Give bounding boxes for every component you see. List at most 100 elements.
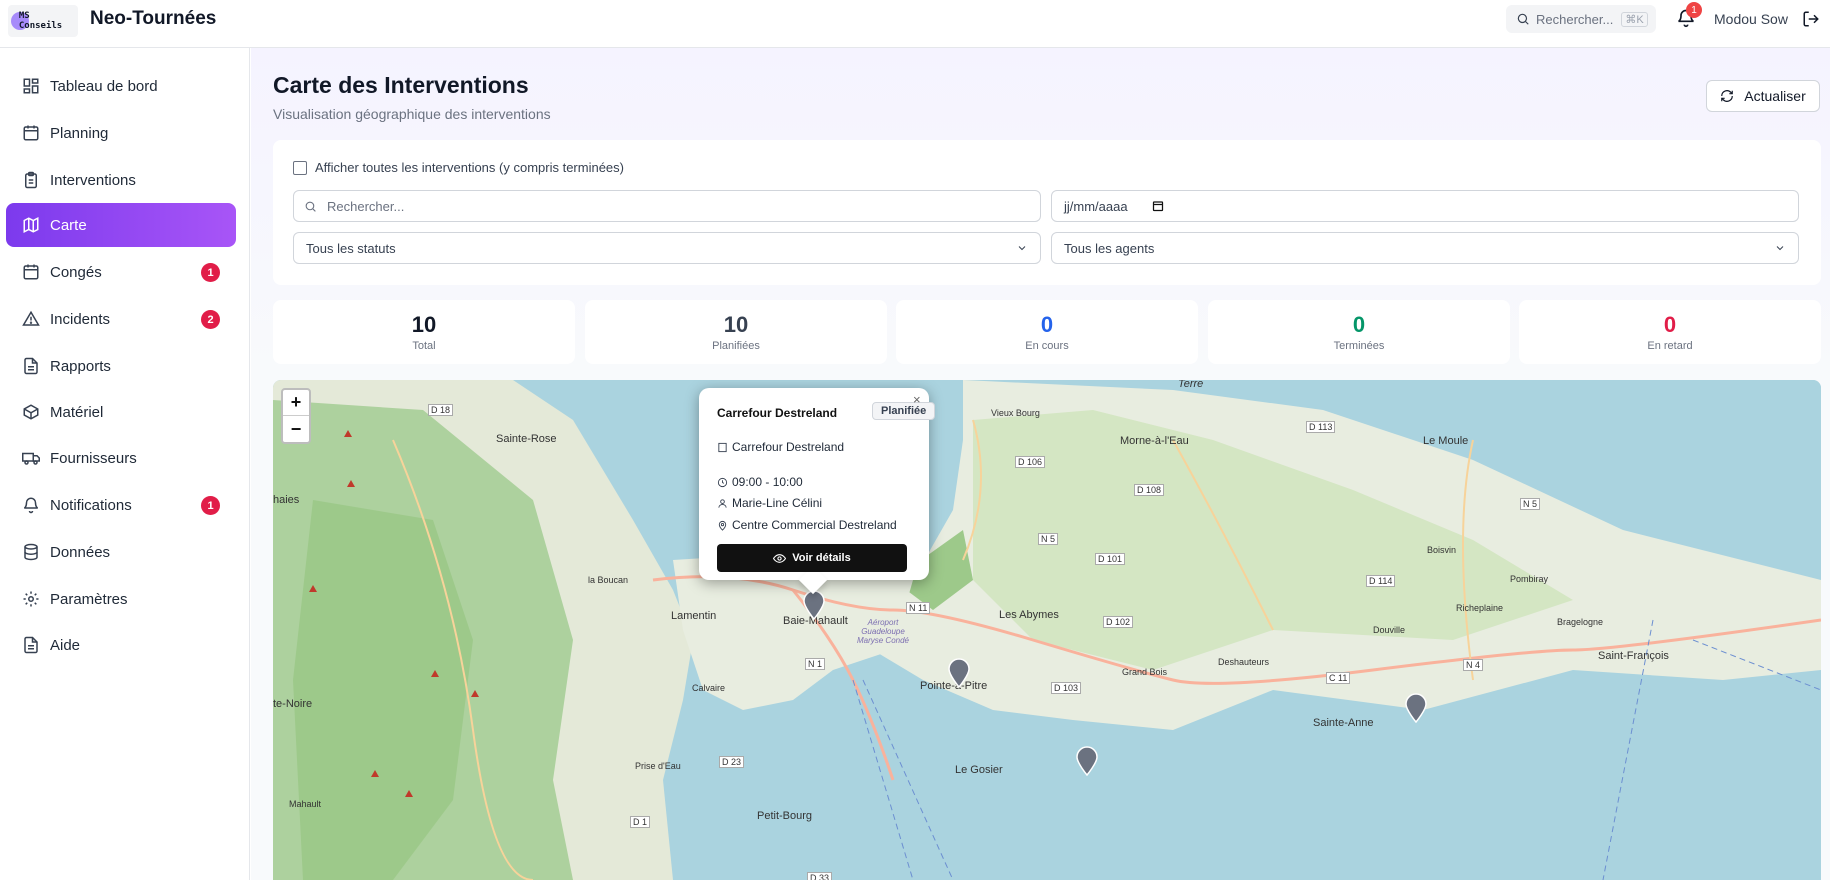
map-tiles <box>273 380 1821 880</box>
stat-planned: 10 Planifiées <box>585 300 887 364</box>
brand-logo[interactable]: MS Conseils <box>8 5 78 37</box>
logout-icon[interactable] <box>1802 10 1820 28</box>
stat-value: 0 <box>1352 312 1366 337</box>
stat-in-progress: 0 En cours <box>896 300 1198 364</box>
zoom-in-button[interactable]: + <box>283 390 309 416</box>
map-label: Pombiray <box>1510 574 1549 584</box>
logo-text: MS Conseils <box>18 11 63 31</box>
road-label: N 11 <box>906 602 931 614</box>
sidebar-item-fournisseurs[interactable]: Fournisseurs <box>6 436 236 480</box>
popup-site-row: Carrefour Destreland <box>717 440 844 454</box>
sidebar: Tableau de bord Planning Interventions C… <box>0 48 250 880</box>
sidebar-item-parametres[interactable]: Paramètres <box>6 577 236 621</box>
view-details-label: Voir détails <box>792 552 851 564</box>
sidebar-item-label: Aide <box>50 636 81 654</box>
sidebar-item-donnees[interactable]: Données <box>6 530 236 574</box>
sidebar-item-notifications[interactable]: Notifications 1 <box>6 483 236 527</box>
global-search-button[interactable]: Rechercher... ⌘K <box>1506 5 1656 33</box>
sidebar-item-rapports[interactable]: Rapports <box>6 344 236 388</box>
popup-close-button[interactable]: × <box>913 392 921 407</box>
map-label: Le Moule <box>1423 435 1469 447</box>
show-all-checkbox[interactable] <box>293 160 307 175</box>
eye-icon <box>773 553 787 563</box>
status-badge: Planifiée <box>872 402 936 420</box>
status-select[interactable]: Tous les statuts <box>293 232 1041 264</box>
sidebar-item-interventions[interactable]: Interventions <box>6 158 236 202</box>
calendar-icon <box>23 125 39 141</box>
gear-icon <box>23 591 39 607</box>
sidebar-item-planning[interactable]: Planning <box>6 111 236 155</box>
zoom-out-button[interactable]: − <box>283 416 309 442</box>
sidebar-item-conges[interactable]: Congés 1 <box>6 250 236 294</box>
status-select-value: Tous les statuts <box>306 240 396 256</box>
chevron-down-icon <box>1776 246 1784 251</box>
map-label: haies <box>273 494 300 506</box>
road-label: D 102 <box>1103 616 1134 628</box>
chevron-down-icon <box>1018 246 1026 251</box>
agent-select[interactable]: Tous les agents <box>1051 232 1799 264</box>
stat-total: 10 Total <box>273 300 575 364</box>
map-marker[interactable] <box>1404 693 1428 723</box>
road-label: N 5 <box>1038 533 1059 545</box>
popup-time: 09:00 - 10:00 <box>732 475 803 489</box>
location-pin-icon <box>718 520 727 531</box>
sidebar-item-carte[interactable]: Carte <box>6 203 236 247</box>
map-label: Lamentin <box>671 610 717 622</box>
popup-address: Centre Commercial Destreland <box>732 518 897 532</box>
sidebar-item-label: Paramètres <box>50 590 128 608</box>
sidebar-item-label: Notifications <box>50 496 132 514</box>
road-label: D 101 <box>1095 553 1126 565</box>
road-label: N 5 <box>1520 498 1541 510</box>
show-all-toggle[interactable]: Afficher toutes les interventions (y com… <box>293 160 624 175</box>
package-icon <box>23 404 39 420</box>
intervention-popup: Carrefour Destreland Planifiée × Carrefo… <box>699 388 936 595</box>
sidebar-item-tableau-de-bord[interactable]: Tableau de bord <box>6 64 236 108</box>
stat-label: Planifiées <box>712 340 760 352</box>
refresh-button[interactable]: Actualiser <box>1706 80 1820 112</box>
refresh-label: Actualiser <box>1744 88 1806 104</box>
map-label: Vieux Bourg <box>991 408 1040 418</box>
sidebar-item-materiel[interactable]: Matériel <box>6 390 236 434</box>
map-label: Morne-à-l'Eau <box>1120 435 1189 447</box>
stat-label: En retard <box>1647 340 1693 352</box>
map-label: Prise d'Eau <box>635 761 681 771</box>
stat-value: 0 <box>1663 312 1677 337</box>
sidebar-item-label: Carte <box>50 216 87 234</box>
calendar-icon[interactable] <box>1152 200 1164 212</box>
search-shortcut: ⌘K <box>1621 11 1648 27</box>
building-icon <box>718 442 727 452</box>
sidebar-item-label: Fournisseurs <box>50 449 137 467</box>
map-label: Le Gosier <box>955 764 1003 776</box>
global-search-label: Rechercher... <box>1536 11 1614 27</box>
map-marker[interactable] <box>947 658 971 688</box>
bell-icon <box>23 497 39 514</box>
top-bar: MS Conseils Neo-Tournées Rechercher... ⌘… <box>0 0 1830 48</box>
view-details-button[interactable]: Voir détails <box>717 544 907 572</box>
road-label: D 108 <box>1134 484 1165 496</box>
popup-site: Carrefour Destreland <box>732 440 845 454</box>
sidebar-item-incidents[interactable]: Incidents 2 <box>6 297 236 341</box>
document-icon <box>24 357 38 375</box>
stat-value: 10 <box>411 312 437 337</box>
date-input[interactable]: jj/mm/aaaa <box>1051 190 1799 222</box>
date-placeholder: jj/mm/aaaa <box>1064 198 1128 214</box>
map-label: te-Noire <box>273 698 313 710</box>
sidebar-item-aide[interactable]: Aide <box>6 623 236 667</box>
road-label: D 23 <box>719 756 745 768</box>
document-icon <box>24 636 38 654</box>
main-content: Carte des Interventions Visualisation gé… <box>251 48 1830 880</box>
calendar-icon <box>23 264 39 280</box>
map-marker[interactable] <box>802 590 826 620</box>
map-label: Aéroport Guadeloupe Maryse Condé <box>856 618 910 645</box>
interventions-map[interactable]: + − Terre Sainte-Rose Vieux Bourg Morne-… <box>273 380 1821 880</box>
search-input[interactable]: Rechercher... <box>293 190 1041 222</box>
map-marker[interactable] <box>1075 746 1099 776</box>
sidebar-item-label: Congés <box>50 263 102 281</box>
map-label: Les Abymes <box>999 609 1059 621</box>
map-label: Saint-François <box>1598 650 1669 662</box>
road-label: D 33 <box>807 872 833 880</box>
user-name[interactable]: Modou Sow <box>1714 11 1788 27</box>
sidebar-item-label: Données <box>50 543 111 561</box>
map-label: Grand Bois <box>1122 667 1168 677</box>
map-label: Richeplaine <box>1456 603 1504 613</box>
